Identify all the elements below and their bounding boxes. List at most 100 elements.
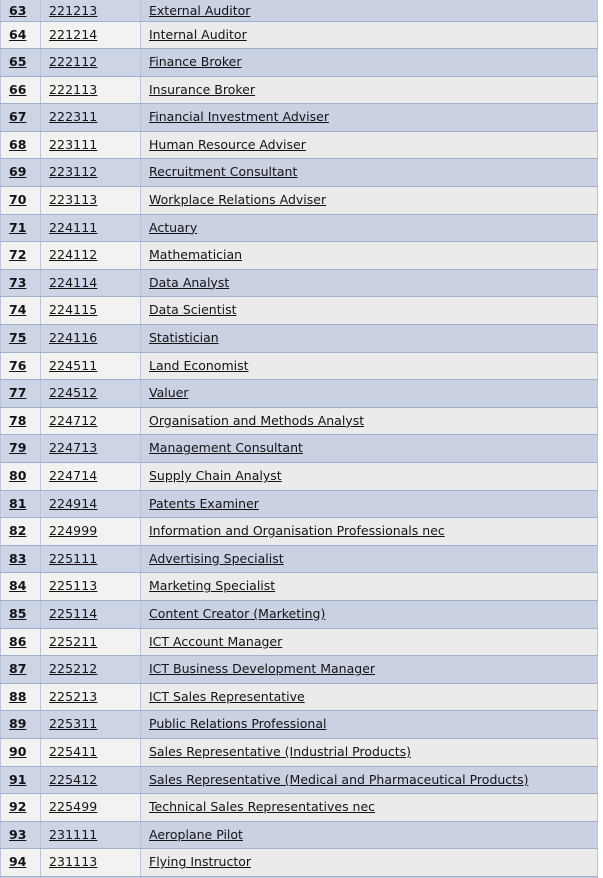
table-row[interactable]: 87 225212 ICT Business Development Manager: [0, 655, 598, 684]
occupation-code-link[interactable]: 221213: [49, 3, 97, 18]
occupation-title-link[interactable]: Data Scientist: [149, 302, 237, 317]
row-index-link[interactable]: 85: [9, 606, 26, 621]
occupation-title-link[interactable]: Sales Representative (Industrial Product…: [149, 744, 411, 759]
row-index-link[interactable]: 66: [9, 82, 26, 97]
table-row[interactable]: 66 222113 Insurance Broker: [0, 76, 598, 105]
row-index-link[interactable]: 72: [9, 247, 26, 262]
table-row[interactable]: 64 221214 Internal Auditor: [0, 21, 598, 50]
occupation-title-link[interactable]: Advertising Specialist: [149, 551, 284, 566]
row-index-link[interactable]: 65: [9, 54, 26, 69]
occupation-code-link[interactable]: 224114: [49, 275, 97, 290]
row-index-link[interactable]: 94: [9, 854, 26, 869]
occupation-code-link[interactable]: 225212: [49, 661, 97, 676]
occupation-title-link[interactable]: Mathematician: [149, 247, 242, 262]
occupation-code-link[interactable]: 225411: [49, 744, 97, 759]
occupation-title-link[interactable]: External Auditor: [149, 3, 250, 18]
row-index-link[interactable]: 92: [9, 799, 26, 814]
table-row[interactable]: 83 225111 Advertising Specialist: [0, 545, 598, 574]
row-index-link[interactable]: 84: [9, 578, 26, 593]
occupation-code-link[interactable]: 225213: [49, 689, 97, 704]
occupation-code-link[interactable]: 224115: [49, 302, 97, 317]
row-index-link[interactable]: 79: [9, 440, 26, 455]
row-index-link[interactable]: 93: [9, 827, 26, 842]
occupation-title-link[interactable]: Insurance Broker: [149, 82, 255, 97]
table-row[interactable]: 70 223113 Workplace Relations Adviser: [0, 186, 598, 215]
table-row[interactable]: 72 224112 Mathematician: [0, 241, 598, 270]
occupation-title-link[interactable]: Technical Sales Representatives nec: [149, 799, 375, 814]
table-row[interactable]: 68 223111 Human Resource Adviser: [0, 131, 598, 160]
table-row[interactable]: 86 225211 ICT Account Manager: [0, 628, 598, 657]
row-index-link[interactable]: 87: [9, 661, 26, 676]
table-row[interactable]: 92 225499 Technical Sales Representatives …: [0, 793, 598, 822]
occupation-code-link[interactable]: 225412: [49, 772, 97, 787]
occupation-title-link[interactable]: Human Resource Adviser: [149, 137, 306, 152]
occupation-code-link[interactable]: 231113: [49, 854, 97, 869]
occupation-title-link[interactable]: ICT Business Development Manager: [149, 661, 375, 676]
row-index-link[interactable]: 74: [9, 302, 26, 317]
occupation-code-link[interactable]: 224116: [49, 330, 97, 345]
occupation-title-link[interactable]: ICT Sales Representative: [149, 689, 305, 704]
occupation-code-link[interactable]: 223112: [49, 164, 97, 179]
table-row[interactable]: 89 225311 Public Relations Professional: [0, 710, 598, 739]
row-index-link[interactable]: 77: [9, 385, 26, 400]
row-index-link[interactable]: 67: [9, 109, 26, 124]
table-row[interactable]: 67 222311 Financial Investment Adviser: [0, 103, 598, 132]
table-row[interactable]: 84 225113 Marketing Specialist: [0, 572, 598, 601]
row-index-link[interactable]: 80: [9, 468, 26, 483]
occupation-title-link[interactable]: Flying Instructor: [149, 854, 251, 869]
occupation-title-link[interactable]: Data Analyst: [149, 275, 229, 290]
occupation-title-link[interactable]: Recruitment Consultant: [149, 164, 297, 179]
table-row[interactable]: 74 224115 Data Scientist: [0, 296, 598, 326]
occupation-title-link[interactable]: Workplace Relations Adviser: [149, 192, 326, 207]
occupation-code-link[interactable]: 224712: [49, 413, 97, 428]
table-row[interactable]: 90 225411 Sales Representative (Industrial…: [0, 738, 598, 767]
table-row[interactable]: 73 224114 Data Analyst: [0, 269, 598, 298]
occupation-code-link[interactable]: 222112: [49, 54, 97, 69]
occupation-title-link[interactable]: Valuer: [149, 385, 188, 400]
row-index-link[interactable]: 71: [9, 220, 26, 235]
table-row[interactable]: 94 231113 Flying Instructor: [0, 848, 598, 877]
occupation-title-link[interactable]: Marketing Specialist: [149, 578, 275, 593]
row-index-link[interactable]: 81: [9, 496, 26, 511]
occupation-code-link[interactable]: 224713: [49, 440, 97, 455]
occupation-code-link[interactable]: 224112: [49, 247, 97, 262]
row-index-link[interactable]: 82: [9, 523, 26, 538]
table-row[interactable]: 91 225412 Sales Representative (Medical an…: [0, 766, 598, 795]
occupation-code-link[interactable]: 225111: [49, 551, 97, 566]
table-row[interactable]: 85 225114 Content Creator (Marketing): [0, 600, 598, 629]
occupation-title-link[interactable]: Statistician: [149, 330, 219, 345]
occupation-title-link[interactable]: Public Relations Professional: [149, 716, 326, 731]
occupation-code-link[interactable]: 224914: [49, 496, 97, 511]
occupation-title-link[interactable]: Management Consultant: [149, 440, 303, 455]
occupation-title-link[interactable]: Actuary: [149, 220, 197, 235]
occupation-code-link[interactable]: 223111: [49, 137, 97, 152]
table-row[interactable]: 79 224713 Management Consultant: [0, 434, 598, 463]
row-index-link[interactable]: 83: [9, 551, 26, 566]
occupation-code-link[interactable]: 222113: [49, 82, 97, 97]
occupation-code-link[interactable]: 224511: [49, 358, 97, 373]
occupation-title-link[interactable]: Supply Chain Analyst: [149, 468, 282, 483]
row-index-link[interactable]: 78: [9, 413, 26, 428]
row-index-link[interactable]: 89: [9, 716, 26, 731]
occupation-code-link[interactable]: 222311: [49, 109, 97, 124]
table-row[interactable]: 65 222112 Finance Broker: [0, 48, 598, 77]
row-index-link[interactable]: 76: [9, 358, 26, 373]
row-index-link[interactable]: 70: [9, 192, 26, 207]
occupation-code-link[interactable]: 225114: [49, 606, 97, 621]
occupation-code-link[interactable]: 221214: [49, 27, 97, 42]
occupation-title-link[interactable]: Aeroplane Pilot: [149, 827, 243, 842]
occupation-code-link[interactable]: 225499: [49, 799, 97, 814]
row-index-link[interactable]: 69: [9, 164, 26, 179]
table-row[interactable]: 82 224999 Information and Organisation Pro…: [0, 517, 598, 546]
row-index-link[interactable]: 63: [9, 3, 26, 18]
table-row[interactable]: 71 224111 Actuary: [0, 214, 598, 243]
row-index-link[interactable]: 68: [9, 137, 26, 152]
occupation-code-link[interactable]: 223113: [49, 192, 97, 207]
table-row[interactable]: 88 225213 ICT Sales Representative: [0, 683, 598, 712]
occupation-title-link[interactable]: Internal Auditor: [149, 27, 247, 42]
row-index-link[interactable]: 91: [9, 772, 26, 787]
occupation-code-link[interactable]: 224512: [49, 385, 97, 400]
occupation-title-link[interactable]: Information and Organisation Professiona…: [149, 523, 445, 538]
row-index-link[interactable]: 73: [9, 275, 26, 290]
table-row[interactable]: 93 231111 Aeroplane Pilot: [0, 821, 598, 850]
